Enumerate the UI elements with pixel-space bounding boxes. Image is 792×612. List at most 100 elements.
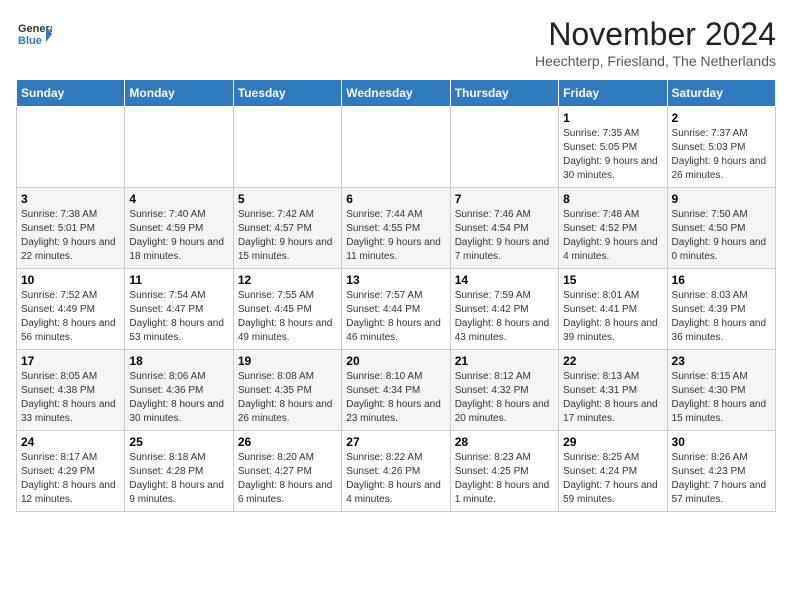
logo-icon: General Blue bbox=[16, 16, 52, 52]
weekday-header: Wednesday bbox=[342, 80, 450, 107]
calendar-cell: 24 Sunrise: 8:17 AM Sunset: 4:29 PM Dayli… bbox=[17, 431, 125, 512]
page-header: General Blue November 2024 Heechterp, Fr… bbox=[16, 16, 776, 69]
day-number: 4 bbox=[129, 192, 228, 206]
calendar-cell: 23 Sunrise: 8:15 AM Sunset: 4:30 PM Dayli… bbox=[667, 350, 775, 431]
location-subtitle: Heechterp, Friesland, The Netherlands bbox=[535, 53, 776, 69]
calendar-cell bbox=[17, 107, 125, 188]
day-number: 27 bbox=[346, 435, 445, 449]
calendar-cell: 30 Sunrise: 8:26 AM Sunset: 4:23 PM Dayli… bbox=[667, 431, 775, 512]
day-number: 19 bbox=[238, 354, 337, 368]
weekday-header: Saturday bbox=[667, 80, 775, 107]
calendar-cell: 4 Sunrise: 7:40 AM Sunset: 4:59 PM Daylig… bbox=[125, 188, 233, 269]
day-info: Sunrise: 8:06 AM Sunset: 4:36 PM Dayligh… bbox=[129, 370, 228, 426]
day-number: 15 bbox=[563, 273, 662, 287]
calendar-cell: 8 Sunrise: 7:48 AM Sunset: 4:52 PM Daylig… bbox=[559, 188, 667, 269]
day-info: Sunrise: 8:22 AM Sunset: 4:26 PM Dayligh… bbox=[346, 451, 445, 507]
day-info: Sunrise: 8:01 AM Sunset: 4:41 PM Dayligh… bbox=[563, 289, 662, 345]
day-number: 13 bbox=[346, 273, 445, 287]
calendar-cell: 28 Sunrise: 8:23 AM Sunset: 4:25 PM Dayli… bbox=[450, 431, 558, 512]
day-info: Sunrise: 8:15 AM Sunset: 4:30 PM Dayligh… bbox=[672, 370, 771, 426]
day-info: Sunrise: 8:18 AM Sunset: 4:28 PM Dayligh… bbox=[129, 451, 228, 507]
day-number: 11 bbox=[129, 273, 228, 287]
day-info: Sunrise: 7:55 AM Sunset: 4:45 PM Dayligh… bbox=[238, 289, 337, 345]
calendar-cell: 10 Sunrise: 7:52 AM Sunset: 4:49 PM Dayli… bbox=[17, 269, 125, 350]
day-info: Sunrise: 7:40 AM Sunset: 4:59 PM Dayligh… bbox=[129, 208, 228, 264]
calendar-week-row: 10 Sunrise: 7:52 AM Sunset: 4:49 PM Dayli… bbox=[17, 269, 776, 350]
day-info: Sunrise: 7:42 AM Sunset: 4:57 PM Dayligh… bbox=[238, 208, 337, 264]
calendar-cell: 22Sunrise: 8:13 AM Sunset: 4:31 PM Dayli… bbox=[559, 350, 667, 431]
calendar-week-row: 17 Sunrise: 8:05 AM Sunset: 4:38 PM Dayli… bbox=[17, 350, 776, 431]
calendar-cell: 13 Sunrise: 7:57 AM Sunset: 4:44 PM Dayli… bbox=[342, 269, 450, 350]
weekday-header: Friday bbox=[559, 80, 667, 107]
weekday-header: Sunday bbox=[17, 80, 125, 107]
calendar-week-row: 3Sunrise: 7:38 AM Sunset: 5:01 PM Daylig… bbox=[17, 188, 776, 269]
calendar-cell: 11 Sunrise: 7:54 AM Sunset: 4:47 PM Dayli… bbox=[125, 269, 233, 350]
day-number: 7 bbox=[455, 192, 554, 206]
day-info: Sunrise: 7:50 AM Sunset: 4:50 PM Dayligh… bbox=[672, 208, 771, 264]
day-info: Sunrise: 8:20 AM Sunset: 4:27 PM Dayligh… bbox=[238, 451, 337, 507]
calendar-cell bbox=[233, 107, 341, 188]
day-info: Sunrise: 7:52 AM Sunset: 4:49 PM Dayligh… bbox=[21, 289, 120, 345]
day-number: 14 bbox=[455, 273, 554, 287]
day-number: 9 bbox=[672, 192, 771, 206]
calendar-cell: 29Sunrise: 8:25 AM Sunset: 4:24 PM Dayli… bbox=[559, 431, 667, 512]
day-number: 30 bbox=[672, 435, 771, 449]
day-info: Sunrise: 8:23 AM Sunset: 4:25 PM Dayligh… bbox=[455, 451, 554, 507]
day-info: Sunrise: 8:12 AM Sunset: 4:32 PM Dayligh… bbox=[455, 370, 554, 426]
day-number: 6 bbox=[346, 192, 445, 206]
calendar-cell: 2 Sunrise: 7:37 AM Sunset: 5:03 PM Daylig… bbox=[667, 107, 775, 188]
calendar-table: SundayMondayTuesdayWednesdayThursdayFrid… bbox=[16, 79, 776, 512]
day-number: 28 bbox=[455, 435, 554, 449]
day-number: 10 bbox=[21, 273, 120, 287]
day-info: Sunrise: 7:46 AM Sunset: 4:54 PM Dayligh… bbox=[455, 208, 554, 264]
title-block: November 2024 Heechterp, Friesland, The … bbox=[535, 16, 776, 69]
calendar-cell bbox=[125, 107, 233, 188]
calendar-cell: 19 Sunrise: 8:08 AM Sunset: 4:35 PM Dayli… bbox=[233, 350, 341, 431]
day-number: 5 bbox=[238, 192, 337, 206]
day-number: 12 bbox=[238, 273, 337, 287]
day-info: Sunrise: 8:03 AM Sunset: 4:39 PM Dayligh… bbox=[672, 289, 771, 345]
calendar-cell: 1 Sunrise: 7:35 AM Sunset: 5:05 PM Daylig… bbox=[559, 107, 667, 188]
calendar-cell bbox=[450, 107, 558, 188]
calendar-cell: 18Sunrise: 8:06 AM Sunset: 4:36 PM Dayli… bbox=[125, 350, 233, 431]
day-number: 3 bbox=[21, 192, 120, 206]
day-number: 26 bbox=[238, 435, 337, 449]
calendar-cell: 9 Sunrise: 7:50 AM Sunset: 4:50 PM Daylig… bbox=[667, 188, 775, 269]
day-number: 22 bbox=[563, 354, 662, 368]
day-number: 23 bbox=[672, 354, 771, 368]
weekday-header: Tuesday bbox=[233, 80, 341, 107]
month-title: November 2024 bbox=[535, 16, 776, 53]
day-number: 8 bbox=[563, 192, 662, 206]
day-info: Sunrise: 8:26 AM Sunset: 4:23 PM Dayligh… bbox=[672, 451, 771, 507]
day-info: Sunrise: 8:08 AM Sunset: 4:35 PM Dayligh… bbox=[238, 370, 337, 426]
weekday-header-row: SundayMondayTuesdayWednesdayThursdayFrid… bbox=[17, 80, 776, 107]
calendar-cell: 16Sunrise: 8:03 AM Sunset: 4:39 PM Dayli… bbox=[667, 269, 775, 350]
day-number: 17 bbox=[21, 354, 120, 368]
calendar-cell: 26 Sunrise: 8:20 AM Sunset: 4:27 PM Dayli… bbox=[233, 431, 341, 512]
calendar-cell: 21Sunrise: 8:12 AM Sunset: 4:32 PM Dayli… bbox=[450, 350, 558, 431]
day-info: Sunrise: 7:57 AM Sunset: 4:44 PM Dayligh… bbox=[346, 289, 445, 345]
day-info: Sunrise: 7:54 AM Sunset: 4:47 PM Dayligh… bbox=[129, 289, 228, 345]
weekday-header: Monday bbox=[125, 80, 233, 107]
day-info: Sunrise: 8:17 AM Sunset: 4:29 PM Dayligh… bbox=[21, 451, 120, 507]
calendar-cell: 17 Sunrise: 8:05 AM Sunset: 4:38 PM Dayli… bbox=[17, 350, 125, 431]
calendar-cell: 3Sunrise: 7:38 AM Sunset: 5:01 PM Daylig… bbox=[17, 188, 125, 269]
calendar-cell: 27 Sunrise: 8:22 AM Sunset: 4:26 PM Dayli… bbox=[342, 431, 450, 512]
day-info: Sunrise: 7:37 AM Sunset: 5:03 PM Dayligh… bbox=[672, 127, 771, 183]
day-info: Sunrise: 7:35 AM Sunset: 5:05 PM Dayligh… bbox=[563, 127, 662, 183]
day-number: 2 bbox=[672, 111, 771, 125]
day-number: 1 bbox=[563, 111, 662, 125]
day-number: 25 bbox=[129, 435, 228, 449]
svg-text:Blue: Blue bbox=[18, 35, 42, 47]
day-number: 24 bbox=[21, 435, 120, 449]
day-info: Sunrise: 7:44 AM Sunset: 4:55 PM Dayligh… bbox=[346, 208, 445, 264]
day-number: 20 bbox=[346, 354, 445, 368]
day-number: 29 bbox=[563, 435, 662, 449]
day-info: Sunrise: 8:10 AM Sunset: 4:34 PM Dayligh… bbox=[346, 370, 445, 426]
day-info: Sunrise: 7:48 AM Sunset: 4:52 PM Dayligh… bbox=[563, 208, 662, 264]
calendar-cell: 25 Sunrise: 8:18 AM Sunset: 4:28 PM Dayli… bbox=[125, 431, 233, 512]
day-info: Sunrise: 8:05 AM Sunset: 4:38 PM Dayligh… bbox=[21, 370, 120, 426]
calendar-cell bbox=[342, 107, 450, 188]
weekday-header: Thursday bbox=[450, 80, 558, 107]
calendar-week-row: 1 Sunrise: 7:35 AM Sunset: 5:05 PM Daylig… bbox=[17, 107, 776, 188]
